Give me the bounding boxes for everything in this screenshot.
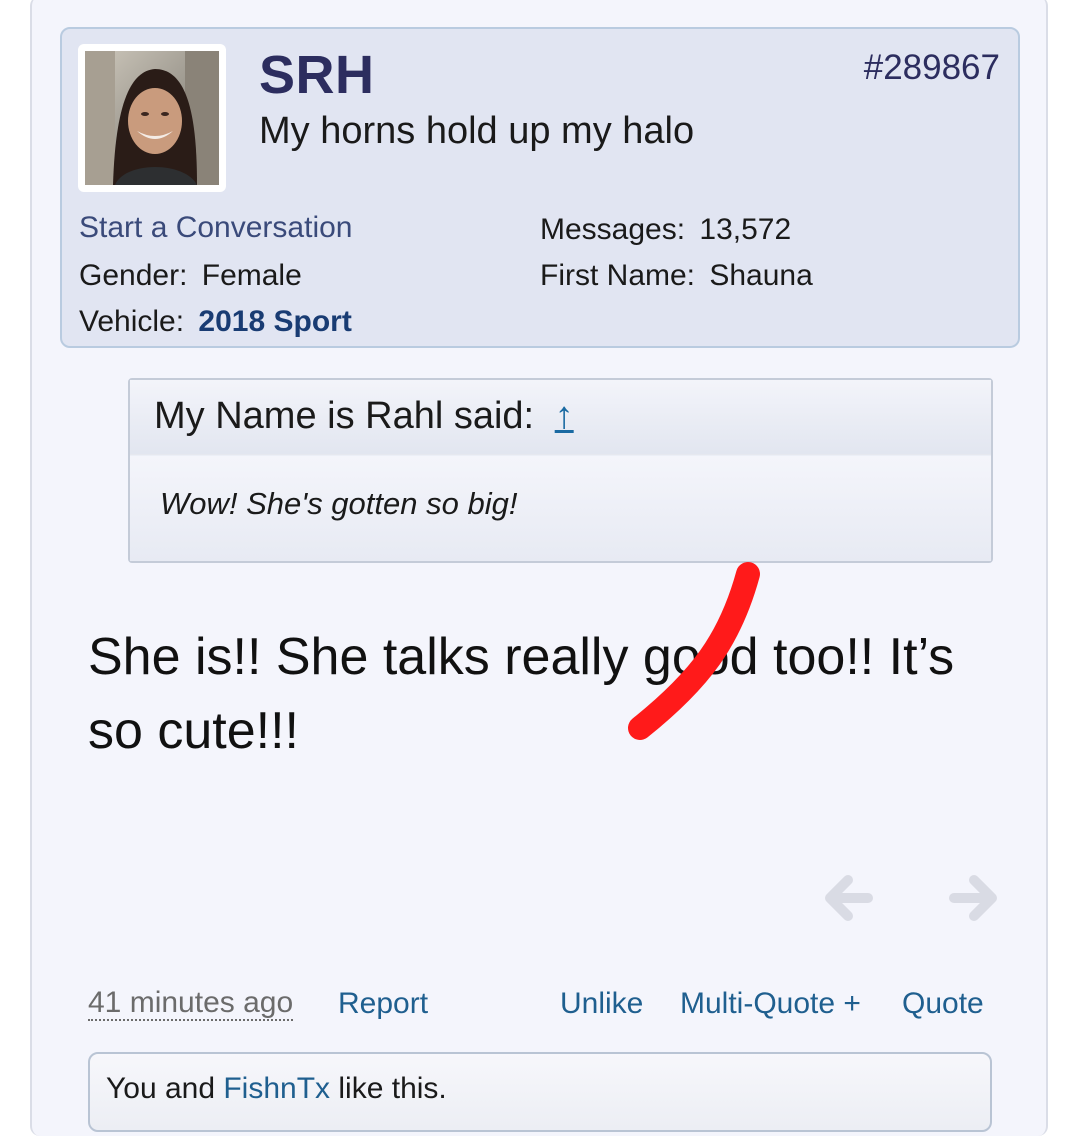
gender-value: Female: [201, 259, 302, 292]
vehicle-link[interactable]: 2018 Sport: [198, 305, 351, 338]
gender-row: Gender: Female: [79, 259, 302, 293]
arrow-right-icon[interactable]: [948, 870, 1004, 926]
messages-label: Messages:: [540, 213, 686, 246]
jump-to-quote-arrow-icon[interactable]: ↑: [555, 395, 574, 438]
message-body: She is!! She talks really good too!! It’…: [88, 620, 988, 768]
messages-value: 13,572: [699, 213, 792, 246]
report-link[interactable]: Report: [338, 987, 428, 1021]
messages-row: Messages: 13,572: [540, 213, 791, 247]
quote-attribution: My Name is Rahl said: ↑: [154, 395, 574, 438]
avatar-photo: [85, 51, 219, 185]
vehicle-label: Vehicle:: [79, 305, 185, 338]
quote-text: Wow! She's gotten so big!: [160, 486, 518, 521]
quote-body: Wow! She's gotten so big!: [130, 456, 991, 561]
likes-summary: You and FishnTx like this.: [88, 1052, 992, 1132]
first-name-row: First Name: Shauna: [540, 259, 813, 293]
quote-block: My Name is Rahl said: ↑ Wow! She's gotte…: [128, 378, 993, 563]
quote-link[interactable]: Quote: [902, 987, 984, 1021]
multi-quote-link[interactable]: Multi-Quote +: [680, 987, 861, 1021]
first-name-label: First Name:: [540, 259, 696, 292]
start-conversation-link[interactable]: Start a Conversation: [79, 211, 352, 245]
user-title: My horns hold up my halo: [259, 110, 695, 152]
username[interactable]: SRH: [259, 44, 375, 106]
quote-author-text: My Name is Rahl said:: [154, 395, 535, 437]
likes-prefix: You and: [106, 1072, 224, 1105]
post-number-link[interactable]: #289867: [864, 48, 1000, 88]
message-line: She is!! She talks really good too!! It’…: [88, 628, 955, 686]
likes-suffix: like this.: [330, 1072, 447, 1105]
message-line: so cute!!!: [88, 702, 299, 760]
unlike-link[interactable]: Unlike: [560, 987, 643, 1021]
likes-text: You and FishnTx like this.: [106, 1072, 447, 1106]
quote-header: My Name is Rahl said: ↑: [130, 380, 991, 455]
post-timestamp[interactable]: 41 minutes ago: [88, 987, 294, 1021]
arrow-left-icon[interactable]: [818, 870, 874, 926]
liker-user-link[interactable]: FishnTx: [223, 1072, 330, 1105]
vehicle-row: Vehicle: 2018 Sport: [79, 305, 352, 339]
gender-label: Gender:: [79, 259, 188, 292]
avatar[interactable]: [78, 44, 226, 192]
first-name-value: Shauna: [709, 259, 813, 292]
